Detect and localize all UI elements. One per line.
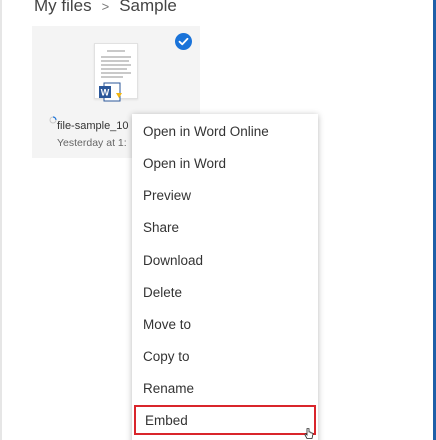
loading-spinner-icon	[49, 116, 57, 124]
word-icon: W	[99, 82, 122, 102]
menu-item-move-to[interactable]: Move to	[132, 309, 318, 341]
menu-item-copy-to[interactable]: Copy to	[132, 341, 318, 373]
file-modified-date: Yesterday at 1:	[57, 137, 127, 149]
menu-item-preview[interactable]: Preview	[132, 180, 318, 212]
breadcrumb-sample[interactable]: Sample	[119, 0, 177, 16]
breadcrumb: My files > Sample	[34, 0, 177, 18]
hand-cursor-icon	[304, 428, 314, 439]
file-name[interactable]: file-sample_10	[57, 120, 129, 132]
chevron-right-icon: >	[101, 0, 110, 14]
menu-item-delete[interactable]: Delete	[132, 277, 318, 309]
menu-item-share[interactable]: Share	[132, 212, 318, 244]
word-icon-letter: W	[101, 88, 110, 98]
selected-check-icon[interactable]	[175, 33, 192, 50]
menu-item-rename[interactable]: Rename	[132, 373, 318, 405]
left-rail	[0, 0, 2, 440]
page: My files > Sample W file-sample_10 Yeste…	[0, 0, 436, 440]
context-menu: Open in Word Online Open in Word Preview…	[132, 114, 318, 440]
menu-item-download[interactable]: Download	[132, 245, 318, 277]
breadcrumb-my-files[interactable]: My files	[34, 0, 92, 16]
menu-item-open-in-word[interactable]: Open in Word	[132, 148, 318, 180]
menu-item-open-in-word-online[interactable]: Open in Word Online	[132, 116, 318, 148]
menu-item-embed[interactable]: Embed	[134, 405, 316, 435]
